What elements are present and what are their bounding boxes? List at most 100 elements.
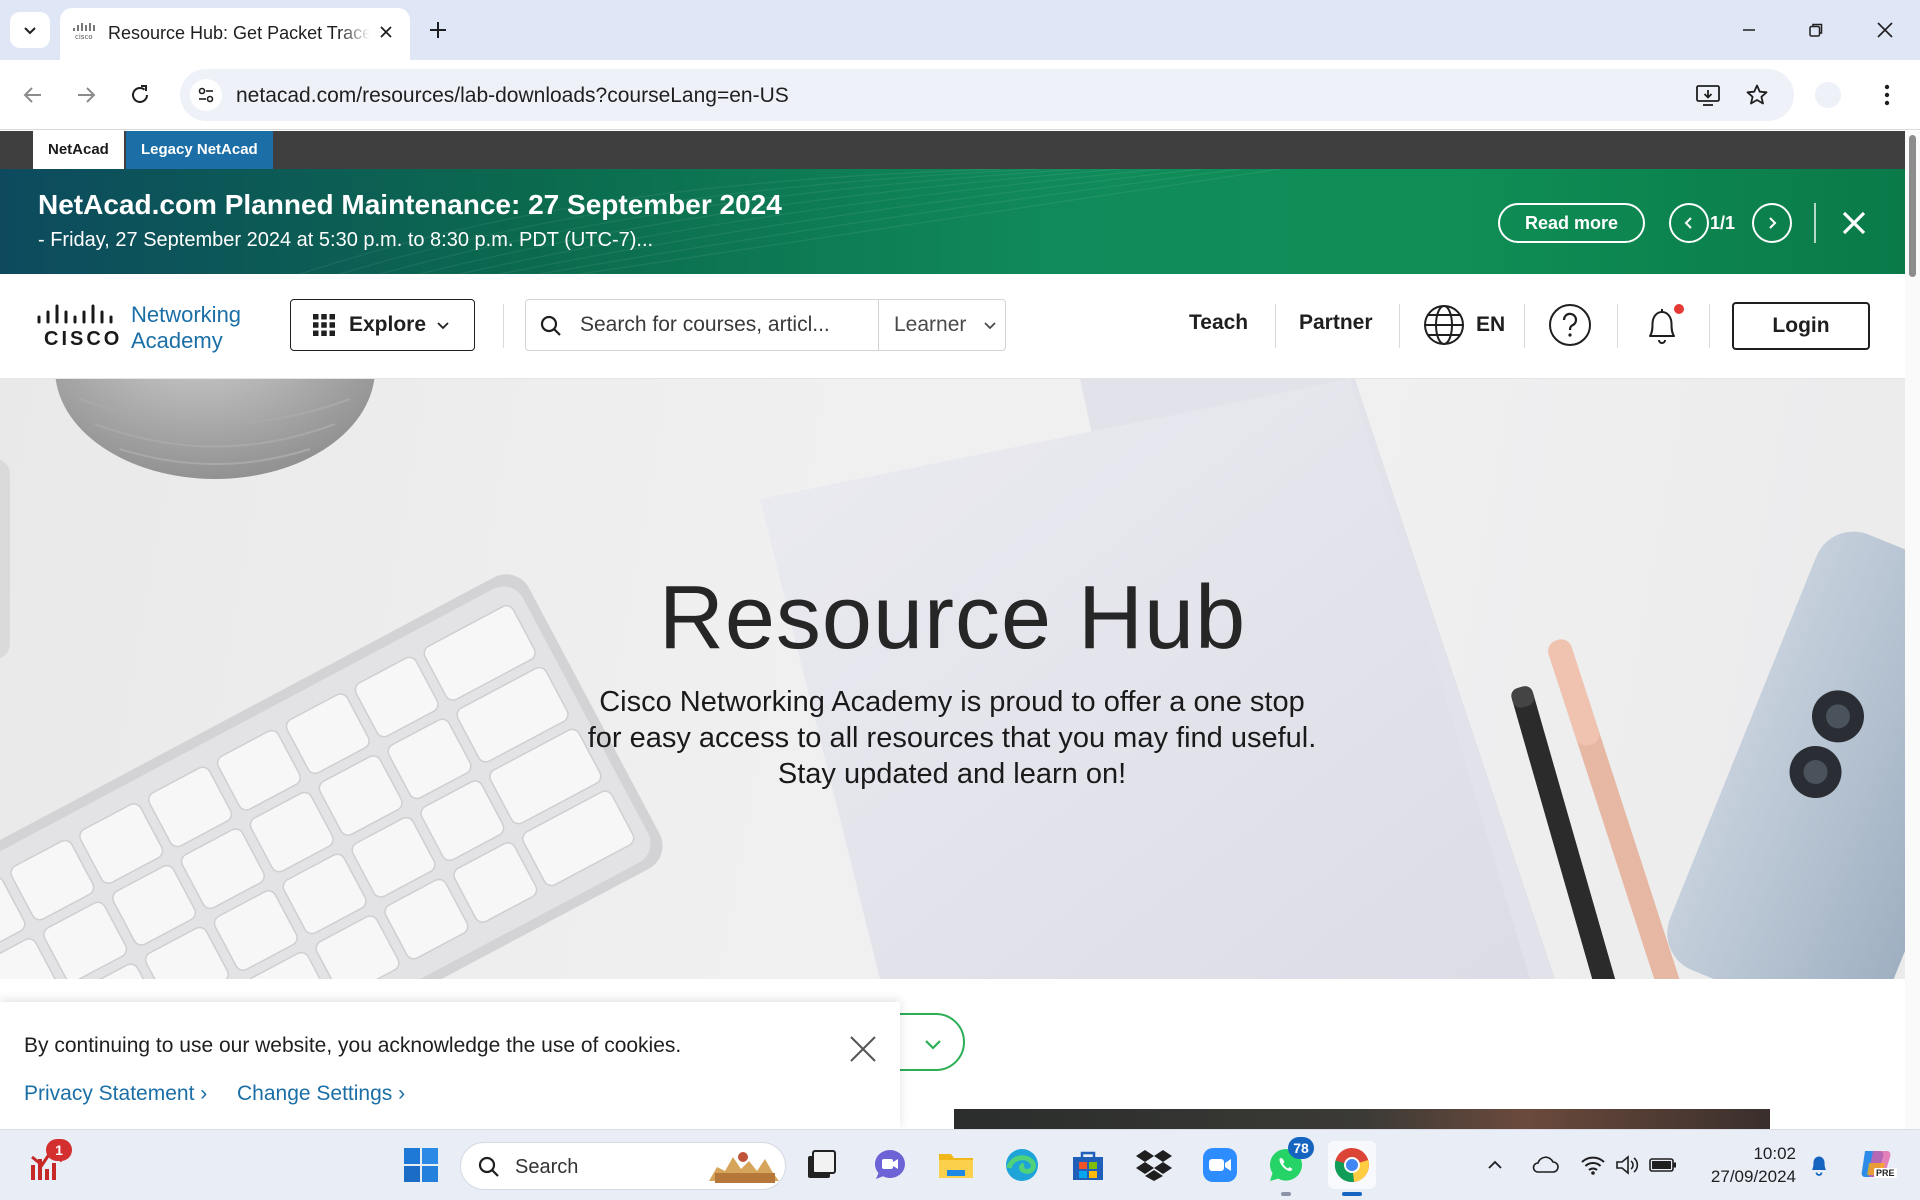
- taskbar-teams[interactable]: [866, 1141, 914, 1189]
- cisco-networking-academy-logo[interactable]: CISCO Networking Academy: [36, 302, 256, 354]
- close-window-button[interactable]: [1860, 10, 1910, 50]
- arrow-right-icon: [78, 87, 96, 103]
- clock-date: 27/09/2024: [1710, 1167, 1796, 1186]
- header-divider: [503, 304, 504, 348]
- web-page: NetAcad Legacy NetAcad NetAcad.com Plann…: [0, 131, 1905, 1129]
- reload-button[interactable]: [120, 75, 160, 115]
- grid-icon: [313, 314, 335, 336]
- tray-battery[interactable]: [1648, 1150, 1678, 1180]
- privacy-statement-link[interactable]: Privacy Statement ›: [24, 1082, 207, 1106]
- minimize-button[interactable]: [1724, 10, 1774, 50]
- taskbar-edge[interactable]: [998, 1141, 1046, 1189]
- plus-icon: [430, 22, 446, 38]
- hero-description: Cisco Networking Academy is proud to off…: [587, 686, 1317, 790]
- task-view-icon: [808, 1150, 836, 1178]
- page-scrollbar[interactable]: [1905, 131, 1920, 1129]
- teams-chat-icon: [875, 1150, 905, 1179]
- url-text: netacad.com/resources/lab-downloads?cour…: [236, 84, 789, 107]
- more-vertical-icon: [1884, 84, 1890, 106]
- scrollbar-thumb[interactable]: [1909, 135, 1916, 277]
- search-input[interactable]: [580, 300, 880, 350]
- taskbar-store[interactable]: [1064, 1141, 1112, 1189]
- active-indicator: [1342, 1192, 1362, 1196]
- language-selector[interactable]: EN: [1422, 302, 1505, 348]
- cookie-message: By continuing to use our website, you ac…: [24, 1034, 682, 1057]
- taskbar-chrome[interactable]: [1328, 1141, 1376, 1196]
- partner-link[interactable]: Partner: [1299, 311, 1373, 335]
- hero-title: Resource Hub: [658, 568, 1247, 668]
- explore-button[interactable]: Explore: [290, 299, 475, 351]
- new-tab-button[interactable]: [420, 14, 456, 46]
- browser-toolbar: netacad.com/resources/lab-downloads?cour…: [0, 60, 1920, 130]
- role-select-value: Learner: [894, 313, 967, 336]
- bookmark-button[interactable]: [1743, 81, 1771, 109]
- header-divider: [1399, 304, 1400, 348]
- chevron-down-icon: [24, 27, 36, 35]
- tray-onedrive[interactable]: [1530, 1150, 1560, 1180]
- address-bar[interactable]: netacad.com/resources/lab-downloads?cour…: [180, 69, 1794, 121]
- start-button[interactable]: [397, 1141, 445, 1189]
- taskbar-zoom[interactable]: [1196, 1141, 1244, 1189]
- switch-legacy-netacad[interactable]: Legacy NetAcad: [126, 131, 273, 169]
- browser-tab-active[interactable]: cisco Resource Hub: Get Packet Tracer: [60, 8, 410, 60]
- windows-logo-icon: [404, 1148, 438, 1182]
- search-icon: [540, 315, 561, 336]
- tray-overflow-button[interactable]: [1480, 1150, 1510, 1180]
- system-clock[interactable]: 10:02 27/09/2024: [1690, 1142, 1796, 1188]
- forward-button[interactable]: [66, 75, 106, 115]
- browser-menu-button[interactable]: [1870, 75, 1904, 115]
- cookie-close-button[interactable]: [846, 1032, 880, 1066]
- copilot-button[interactable]: PRE: [1856, 1144, 1897, 1184]
- back-button[interactable]: [13, 75, 53, 115]
- close-icon: [850, 1036, 876, 1062]
- running-indicator: [1281, 1192, 1291, 1196]
- help-icon[interactable]: [1548, 303, 1592, 347]
- cisco-bars-icon: [37, 304, 113, 324]
- change-settings-link[interactable]: Change Settings ›: [237, 1082, 405, 1106]
- chevron-up-icon: [1488, 1160, 1502, 1169]
- networking-academy-wordmark: Networking Academy: [131, 302, 241, 354]
- tab-close-button[interactable]: [374, 20, 398, 44]
- minimize-icon: [1743, 29, 1755, 31]
- bell-icon[interactable]: [1640, 303, 1684, 349]
- taskbar-dropbox[interactable]: [1130, 1141, 1178, 1189]
- resource-card-image[interactable]: [954, 1109, 1770, 1129]
- role-select[interactable]: Learner: [878, 300, 1005, 350]
- switch-netacad[interactable]: NetAcad: [33, 131, 124, 169]
- tab-search-button[interactable]: [10, 12, 50, 48]
- header-divider: [1275, 304, 1276, 348]
- banner-prev-button[interactable]: [1669, 203, 1709, 243]
- taskbar-task-view[interactable]: [797, 1141, 845, 1189]
- teach-link[interactable]: Teach: [1189, 311, 1248, 335]
- restore-button[interactable]: [1791, 10, 1841, 50]
- banner-pager-count: 1/1: [1710, 213, 1736, 233]
- login-button[interactable]: Login: [1732, 302, 1870, 350]
- header-divider: [1709, 304, 1710, 348]
- search-highlight-icon: [709, 1152, 779, 1183]
- banner-close-button[interactable]: [1834, 203, 1874, 243]
- header-divider: [1617, 304, 1618, 348]
- read-more-button[interactable]: Read more: [1498, 203, 1645, 243]
- tray-wifi[interactable]: [1578, 1150, 1608, 1180]
- site-info-button[interactable]: [190, 79, 222, 111]
- close-icon: [1842, 211, 1866, 235]
- tray-volume[interactable]: [1612, 1150, 1642, 1180]
- chevron-down-icon: [984, 322, 996, 330]
- hero-section: Resource Hub Cisco Networking Academy is…: [0, 379, 1905, 979]
- notifications-button[interactable]: [1804, 1150, 1834, 1180]
- folder-icon: [939, 1154, 973, 1178]
- install-app-button[interactable]: [1694, 81, 1722, 109]
- taskbar-search[interactable]: Search: [460, 1142, 786, 1190]
- browser-tab-bar: cisco Resource Hub: Get Packet Tracer: [0, 0, 1920, 60]
- copilot-preview-label: PRE: [1874, 1168, 1897, 1178]
- taskbar-search-label: Search: [515, 1156, 579, 1178]
- taskbar-file-explorer[interactable]: [932, 1141, 980, 1189]
- header-divider: [1524, 304, 1525, 348]
- edge-browser-icon: [1006, 1149, 1038, 1181]
- banner-next-button[interactable]: [1752, 203, 1792, 243]
- close-icon: [1877, 22, 1893, 38]
- install-app-icon: [1696, 85, 1720, 106]
- taskbar-app-chart[interactable]: 1: [24, 1139, 72, 1189]
- profile-avatar[interactable]: [1815, 82, 1841, 108]
- taskbar-whatsapp[interactable]: 78: [1262, 1137, 1314, 1196]
